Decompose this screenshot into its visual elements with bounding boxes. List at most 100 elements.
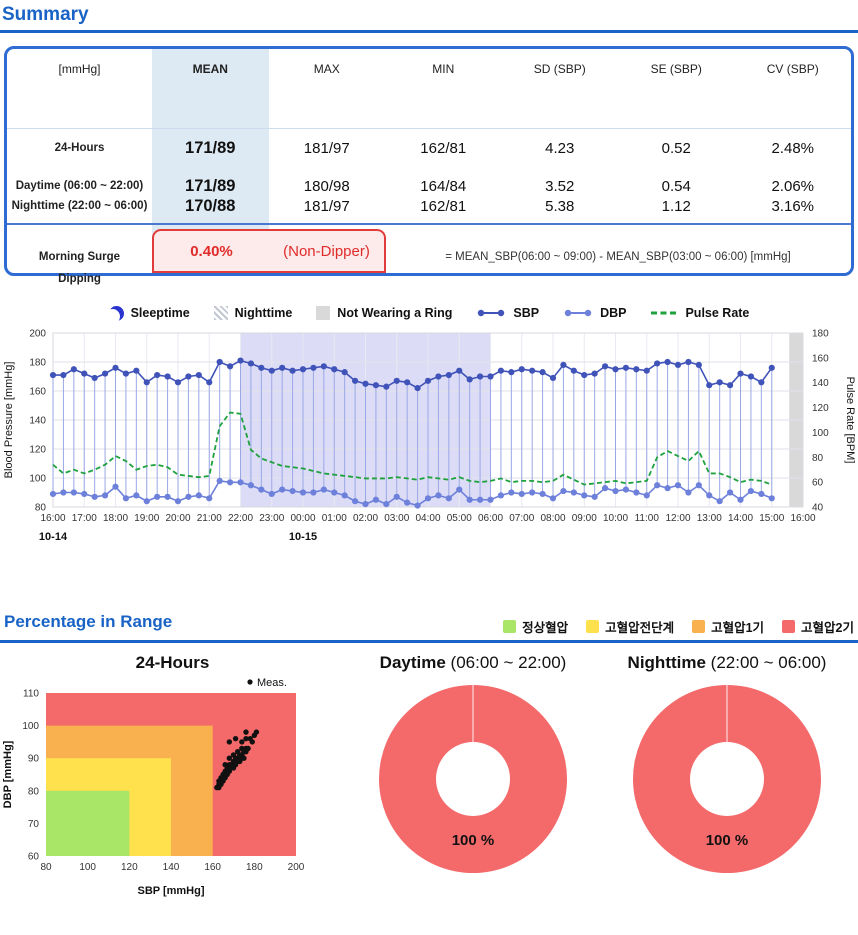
svg-text:20:00: 20:00 xyxy=(165,513,190,524)
svg-text:140: 140 xyxy=(163,862,180,873)
col-header-sd: SD (SBP) xyxy=(502,62,619,76)
col-header-min: MIN xyxy=(385,62,502,76)
dipping-status: (Non-Dipper) xyxy=(269,243,384,260)
cell-day-sd: 3.52 xyxy=(502,178,619,195)
trend-section: Sleeptime Nighttime Not Wearing a Ring S… xyxy=(0,302,858,548)
summary-title-rule xyxy=(0,30,858,33)
svg-text:22:00: 22:00 xyxy=(228,513,253,524)
svg-text:19:00: 19:00 xyxy=(134,513,159,524)
cell-night-mean: 170/88 xyxy=(152,197,269,216)
cell-24h-sd: 4.23 xyxy=(502,140,619,157)
svg-text:09:00: 09:00 xyxy=(572,513,597,524)
dipping-alert-box: 0.40% (Non-Dipper) xyxy=(152,229,386,273)
svg-text:90: 90 xyxy=(28,754,40,765)
col-header-max: MAX xyxy=(269,62,386,76)
legend-pulse: Pulse Rate xyxy=(650,306,749,320)
svg-text:08:00: 08:00 xyxy=(540,513,565,524)
svg-text:80: 80 xyxy=(28,786,40,797)
range-title: Percentage in Range xyxy=(4,612,172,632)
svg-text:120: 120 xyxy=(121,862,138,873)
legend-hypertension-2: 고혈압2기 xyxy=(782,617,854,636)
svg-text:01:00: 01:00 xyxy=(322,513,347,524)
svg-text:00:00: 00:00 xyxy=(290,513,315,524)
row-label-dipping: Dipping xyxy=(7,273,152,285)
trend-legend: Sleeptime Nighttime Not Wearing a Ring S… xyxy=(0,302,858,324)
svg-text:10-14: 10-14 xyxy=(39,531,68,543)
svg-text:80: 80 xyxy=(35,503,47,514)
legend-nighttime-label: Nighttime xyxy=(235,306,293,320)
row-label-nighttime: Nighttime (22:00 ~ 06:00) xyxy=(7,200,152,212)
daytime-donut-chart: 100 % xyxy=(348,673,598,918)
row-label-24h: 24-Hours xyxy=(7,142,152,154)
svg-text:DBP [mmHg]: DBP [mmHg] xyxy=(2,740,14,808)
daytime-donut-title: Daytime (06:00 ~ 22:00) xyxy=(380,653,567,673)
svg-text:10-15: 10-15 xyxy=(289,531,317,543)
green-swatch-icon xyxy=(503,620,516,633)
zone-normal xyxy=(46,791,129,856)
svg-text:80: 80 xyxy=(812,453,824,464)
svg-text:Blood Pressure [mmHg]: Blood Pressure [mmHg] xyxy=(3,362,15,479)
scatter-zones xyxy=(46,693,296,856)
cell-night-cv: 3.16% xyxy=(735,198,852,215)
svg-text:10:00: 10:00 xyxy=(603,513,628,524)
svg-text:120: 120 xyxy=(812,403,829,414)
svg-text:40: 40 xyxy=(812,503,824,514)
cell-day-se: 0.54 xyxy=(618,178,735,195)
cell-day-mean: 171/89 xyxy=(152,177,269,196)
summary-table: [mmHg] MEAN MAX MIN SD (SBP) SE (SBP) CV… xyxy=(4,46,854,276)
donut-hole xyxy=(436,742,510,816)
nighttime-donut-title: Nighttime (22:00 ~ 06:00) xyxy=(628,653,827,673)
svg-text:160: 160 xyxy=(29,387,46,398)
cell-night-min: 162/81 xyxy=(385,198,502,215)
nighttime-donut-panel: Nighttime (22:00 ~ 06:00) 100 % xyxy=(601,653,853,918)
legend-ring-label: Not Wearing a Ring xyxy=(337,306,452,320)
red-swatch-icon xyxy=(782,620,795,633)
legend-nighttime: Nighttime xyxy=(214,306,293,320)
svg-text:180: 180 xyxy=(812,329,829,340)
surge-formula: = MEAN_SBP(06:00 ~ 09:00) - MEAN_SBP(03:… xyxy=(385,251,851,263)
donut-hole xyxy=(690,742,764,816)
legend-not-wearing-ring: Not Wearing a Ring xyxy=(316,306,452,320)
sbp-line-icon xyxy=(476,308,506,318)
legend-sleeptime: Sleeptime xyxy=(109,306,190,321)
svg-text:06:00: 06:00 xyxy=(478,513,503,524)
svg-text:100: 100 xyxy=(22,721,39,732)
legend-dbp: DBP xyxy=(563,306,626,320)
cell-24h-cv: 2.48% xyxy=(735,140,852,157)
legend-hypertension-2-label: 고혈압2기 xyxy=(801,617,854,636)
cell-24h-max: 181/97 xyxy=(269,140,386,157)
svg-text:100: 100 xyxy=(79,862,96,873)
summary-section: Summary [mmHg] MEAN MAX MIN SD (SBP) SE … xyxy=(0,0,858,276)
orange-swatch-icon xyxy=(692,620,705,633)
svg-text:120: 120 xyxy=(29,445,46,456)
legend-sbp-label: SBP xyxy=(513,306,539,320)
cell-night-max: 181/97 xyxy=(269,198,386,215)
svg-text:Meas.: Meas. xyxy=(257,677,287,689)
cell-day-max: 180/98 xyxy=(269,178,386,195)
svg-text:100: 100 xyxy=(29,474,46,485)
svg-text:180: 180 xyxy=(246,862,263,873)
summary-title: Summary xyxy=(2,4,858,26)
cell-24h-min: 162/81 xyxy=(385,140,502,157)
scatter-title: 24-Hours xyxy=(136,653,210,673)
hatch-swatch-icon xyxy=(214,306,228,320)
row-label-daytime: Daytime (06:00 ~ 22:00) xyxy=(7,180,152,192)
dipping-value: 0.40% xyxy=(154,243,269,260)
svg-text:160: 160 xyxy=(204,862,221,873)
svg-text:18:00: 18:00 xyxy=(103,513,128,524)
dbp-line-icon xyxy=(563,308,593,318)
svg-text:16:00: 16:00 xyxy=(790,513,815,524)
cell-day-cv: 2.06% xyxy=(735,178,852,195)
svg-text:110: 110 xyxy=(23,689,39,700)
svg-text:Pulse Rate [BPM]: Pulse Rate [BPM] xyxy=(844,377,856,464)
legend-normal-bp-label: 정상혈압 xyxy=(522,617,568,636)
svg-text:80: 80 xyxy=(40,862,52,873)
svg-text:15:00: 15:00 xyxy=(759,513,784,524)
svg-text:160: 160 xyxy=(812,353,829,364)
sbp-dbp-scatter-chart: 1101009080706080100120140160180200SBP [m… xyxy=(0,673,345,918)
svg-text:13:00: 13:00 xyxy=(697,513,722,524)
cell-night-se: 1.12 xyxy=(618,198,735,215)
legend-hypertension-1: 고혈압1기 xyxy=(692,617,764,636)
cell-24h-se: 0.52 xyxy=(618,140,735,157)
range-panels: 24-Hours 1101009080706080100120140160180… xyxy=(0,653,858,918)
